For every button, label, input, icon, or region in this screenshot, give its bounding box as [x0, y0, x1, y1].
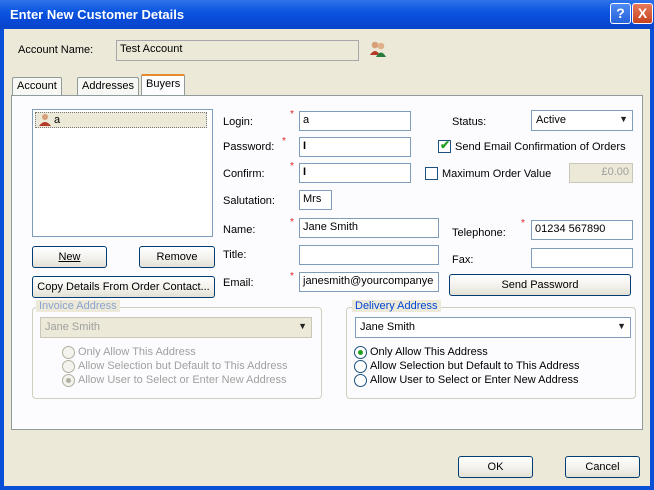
invoice-option-any-radio — [62, 374, 75, 387]
new-buyer-button[interactable]: New — [32, 246, 107, 268]
tab-account[interactable]: Account — [12, 77, 62, 96]
confirm-password-input[interactable]: I — [299, 163, 411, 183]
name-input[interactable]: Jane Smith — [299, 218, 439, 238]
invoice-option-default-radio — [62, 360, 75, 373]
tab-addresses[interactable]: Addresses — [77, 77, 139, 96]
fax-label: Fax: — [452, 254, 474, 266]
max-order-input: £0.00 — [569, 163, 633, 183]
invoice-option-any-label: Allow User to Select or Enter New Addres… — [78, 374, 287, 386]
users-icon — [368, 39, 388, 62]
delivery-option-only-radio[interactable] — [354, 346, 367, 359]
chevron-down-icon: ▼ — [617, 321, 626, 331]
email-label: Email: — [223, 277, 254, 289]
password-label: Password: — [223, 141, 275, 153]
password-input[interactable]: I — [299, 137, 411, 157]
confirm-label: Confirm: — [223, 168, 265, 180]
account-name-label: Account Name: — [18, 44, 94, 56]
delivery-option-default-radio[interactable] — [354, 360, 367, 373]
salutation-label: Salutation: — [223, 195, 275, 207]
required-marker: * — [290, 217, 294, 228]
required-marker: * — [290, 161, 294, 172]
invoice-address-select: Jane Smith ▼ — [40, 317, 312, 338]
required-marker: * — [290, 109, 294, 120]
dialog-window: Enter New Customer Details ? X Account N… — [0, 0, 654, 490]
window-title: Enter New Customer Details — [10, 7, 185, 22]
fax-input[interactable] — [531, 248, 633, 268]
salutation-input[interactable]: Mrs — [299, 190, 332, 210]
check-icon: ✔ — [440, 138, 451, 152]
invoice-option-only-radio — [62, 346, 75, 359]
title-input[interactable] — [299, 245, 439, 265]
send-email-checkbox[interactable]: ✔ — [438, 138, 451, 153]
buyer-name: a — [54, 114, 61, 126]
chevron-down-icon: ▼ — [298, 321, 307, 331]
invoice-address-title: Invoice Address — [36, 300, 120, 312]
status-label: Status: — [452, 116, 487, 128]
telephone-label: Telephone: — [452, 227, 506, 239]
buyers-tab-panel: a New Remove Copy Details From Order Con… — [11, 95, 643, 430]
send-password-button[interactable]: Send Password — [449, 274, 631, 296]
name-label: Name: — [223, 224, 256, 236]
email-input[interactable]: janesmith@yourcompanye — [299, 272, 439, 292]
max-order-label: Maximum Order Value — [442, 168, 552, 180]
login-input[interactable]: a — [299, 111, 411, 131]
required-marker: * — [282, 136, 286, 147]
list-item[interactable]: a — [35, 112, 207, 128]
user-icon — [38, 113, 52, 130]
delivery-option-only-label[interactable]: Only Allow This Address — [370, 346, 488, 358]
ok-button[interactable]: OK — [458, 456, 533, 478]
cancel-button[interactable]: Cancel — [565, 456, 640, 478]
buyer-list[interactable]: a — [32, 109, 213, 237]
delivery-option-default-label[interactable]: Allow Selection but Default to This Addr… — [370, 360, 580, 372]
delivery-address-select[interactable]: Jane Smith ▼ — [355, 317, 631, 338]
tab-buyers[interactable]: Buyers — [141, 74, 186, 96]
delivery-option-any-label[interactable]: Allow User to Select or Enter New Addres… — [370, 374, 578, 386]
close-button[interactable]: X — [632, 3, 653, 24]
account-name-field: Test Account — [116, 40, 359, 61]
copy-details-button[interactable]: Copy Details From Order Contact... — [32, 276, 215, 298]
required-marker: * — [290, 271, 294, 282]
required-marker: * — [521, 218, 525, 229]
max-order-checkbox[interactable] — [425, 167, 438, 180]
title-bar[interactable]: Enter New Customer Details ? X — [0, 0, 654, 29]
title-label: Title: — [223, 249, 247, 261]
telephone-input[interactable]: 01234 567890 — [531, 220, 633, 240]
send-email-label: Send Email Confirmation of Orders — [455, 141, 626, 153]
delivery-address-title: Delivery Address — [352, 300, 441, 312]
help-button[interactable]: ? — [610, 3, 631, 24]
invoice-option-only-label: Only Allow This Address — [78, 346, 196, 358]
remove-buyer-button[interactable]: Remove — [139, 246, 215, 268]
chevron-down-icon: ▼ — [619, 114, 628, 124]
dialog-body: Account Name: Test Account Account Addre… — [4, 29, 650, 486]
status-select[interactable]: Active ▼ — [531, 110, 633, 131]
delivery-option-any-radio[interactable] — [354, 374, 367, 387]
invoice-option-default-label: Allow Selection but Default to This Addr… — [78, 360, 288, 372]
login-label: Login: — [223, 116, 253, 128]
